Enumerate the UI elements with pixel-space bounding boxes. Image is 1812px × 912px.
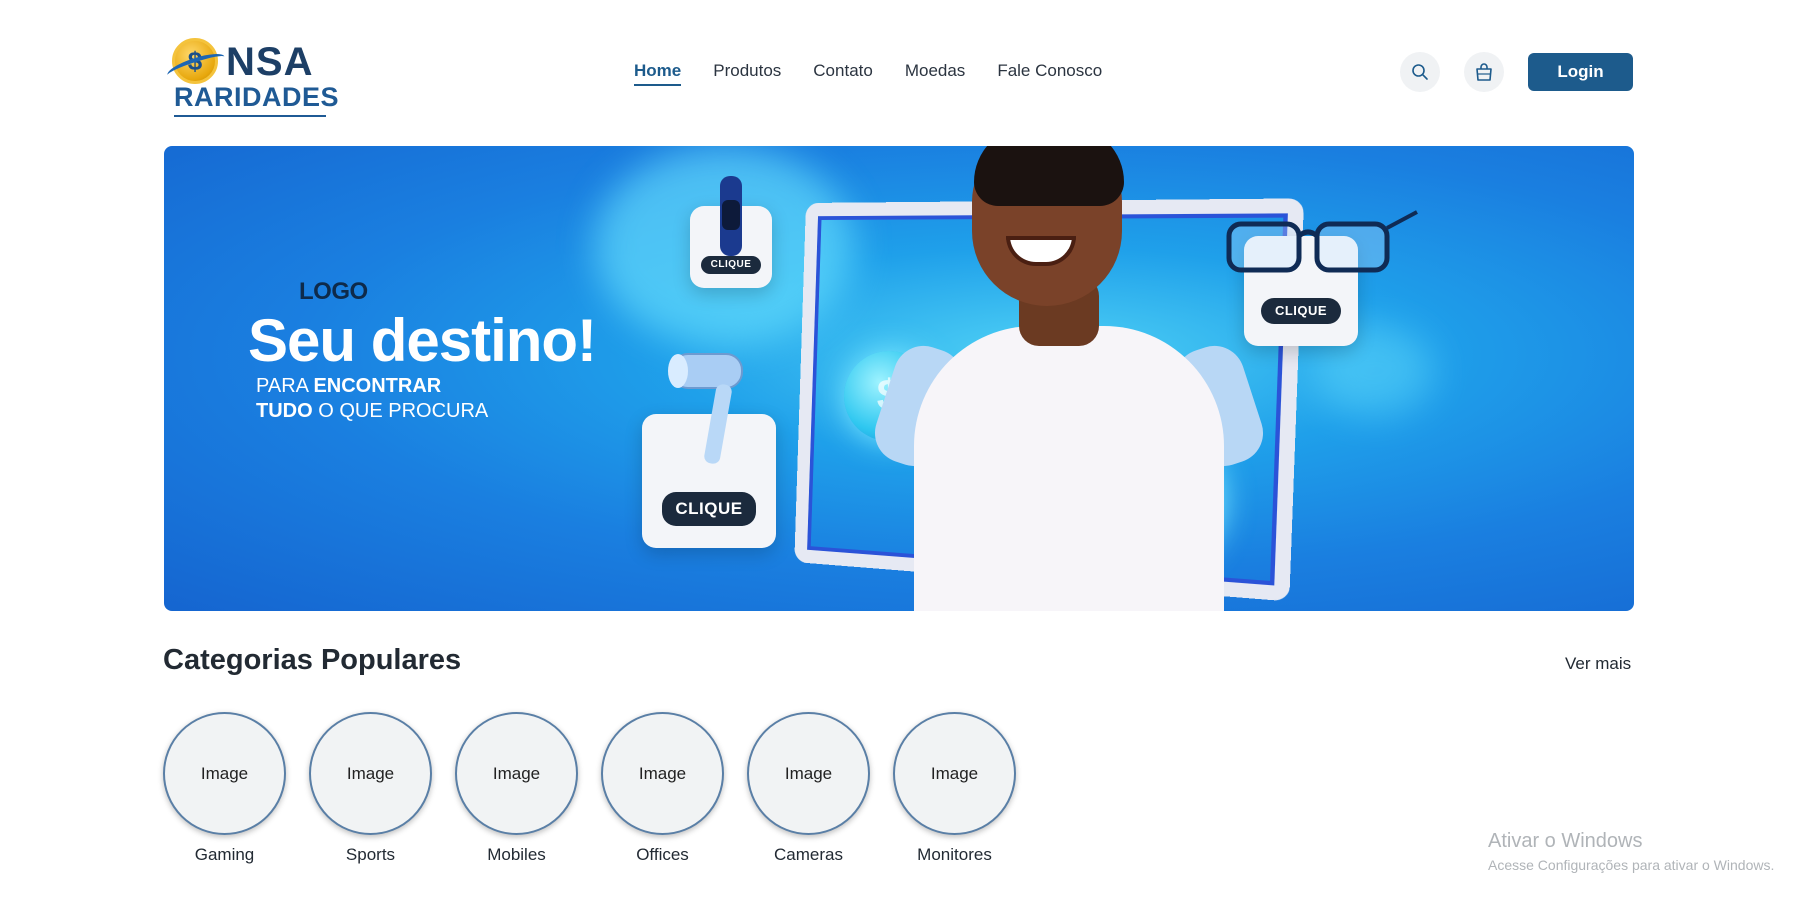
nav-item-produtos[interactable]: Produtos <box>713 60 781 86</box>
login-button[interactable]: Login <box>1528 53 1633 91</box>
watermark-subtitle: Acesse Configurações para ativar o Windo… <box>1488 857 1775 873</box>
product-card-glasses[interactable]: CLIQUE <box>1226 210 1418 346</box>
category-label: Cameras <box>774 845 843 864</box>
logo-name-top: NSA <box>226 40 314 84</box>
product-card-hairdryer[interactable]: CLIQUE <box>642 353 776 548</box>
clique-button[interactable]: CLIQUE <box>701 256 761 274</box>
subtitle-text: O QUE PROCURA <box>312 400 489 422</box>
hero-banner[interactable]: LOGO Seu destino! PARA ENCONTRAR TUDO O … <box>164 146 1634 611</box>
clique-button[interactable]: CLIQUE <box>662 492 756 526</box>
section-title: Categorias Populares <box>163 644 462 676</box>
site-header: NSA RARIDADES Home Produtos Contato Moed… <box>0 0 1812 130</box>
category-item-cameras[interactable]: Image Cameras <box>747 712 870 865</box>
logo-name-bottom: RARIDADES <box>174 82 340 112</box>
hair-dryer-icon <box>668 353 743 464</box>
category-item-gaming[interactable]: Image Gaming <box>163 712 286 865</box>
product-card-watch[interactable]: CLIQUE <box>690 176 772 288</box>
shopping-bag-icon <box>1476 63 1492 81</box>
nav-item-home[interactable]: Home <box>634 60 682 86</box>
windows-activation-watermark: Ativar o Windows Acesse Configurações pa… <box>1488 830 1774 873</box>
subtitle-text: PARA <box>256 375 314 397</box>
category-image[interactable]: Image <box>747 712 870 835</box>
category-item-monitores[interactable]: Image Monitores <box>893 712 1016 865</box>
see-more-link[interactable]: Ver mais <box>1565 654 1631 674</box>
nav-item-contato[interactable]: Contato <box>813 60 873 86</box>
category-label: Sports <box>345 845 396 864</box>
watermark-title: Ativar o Windows <box>1488 830 1643 852</box>
subtitle-bold: TUDO <box>256 400 313 422</box>
search-button[interactable] <box>1400 52 1440 92</box>
cart-button[interactable] <box>1464 52 1504 92</box>
category-list: Image Gaming Image Sports Image Mobiles … <box>163 712 1016 865</box>
category-label: Mobiles <box>487 845 546 864</box>
nav-item-fale-conosco[interactable]: Fale Conosco <box>997 60 1102 86</box>
search-icon <box>1412 64 1428 80</box>
subtitle-bold: ENCONTRAR <box>313 375 442 397</box>
person-hair <box>974 146 1124 206</box>
category-label: Offices <box>636 845 689 864</box>
logo-underline <box>174 115 326 117</box>
category-item-offices[interactable]: Image Offices <box>601 712 724 865</box>
person-shirt <box>914 326 1224 611</box>
category-image[interactable]: Image <box>455 712 578 835</box>
clique-button[interactable]: CLIQUE <box>1261 298 1341 324</box>
banner-title: Seu destino! <box>248 307 597 374</box>
category-image[interactable]: Image <box>601 712 724 835</box>
nav-item-moedas[interactable]: Moedas <box>905 60 965 86</box>
category-label: Gaming <box>194 845 255 864</box>
main-nav: Home Produtos Contato Moedas Fale Conosc… <box>634 60 1102 90</box>
category-label: Monitores <box>917 845 992 864</box>
category-image[interactable]: Image <box>893 712 1016 835</box>
category-image[interactable]: Image <box>309 712 432 835</box>
banner-subtitle: PARA ENCONTRAR TUDO O QUE PROCURA <box>256 374 488 424</box>
banner-logo-placeholder: LOGO <box>299 278 368 305</box>
glasses-icon <box>1226 210 1418 273</box>
category-item-sports[interactable]: Image Sports <box>309 712 432 865</box>
category-image[interactable]: Image <box>163 712 286 835</box>
smartwatch-icon <box>720 176 742 256</box>
brand-logo[interactable]: NSA RARIDADES <box>164 34 339 117</box>
category-item-mobiles[interactable]: Image Mobiles <box>455 712 578 865</box>
